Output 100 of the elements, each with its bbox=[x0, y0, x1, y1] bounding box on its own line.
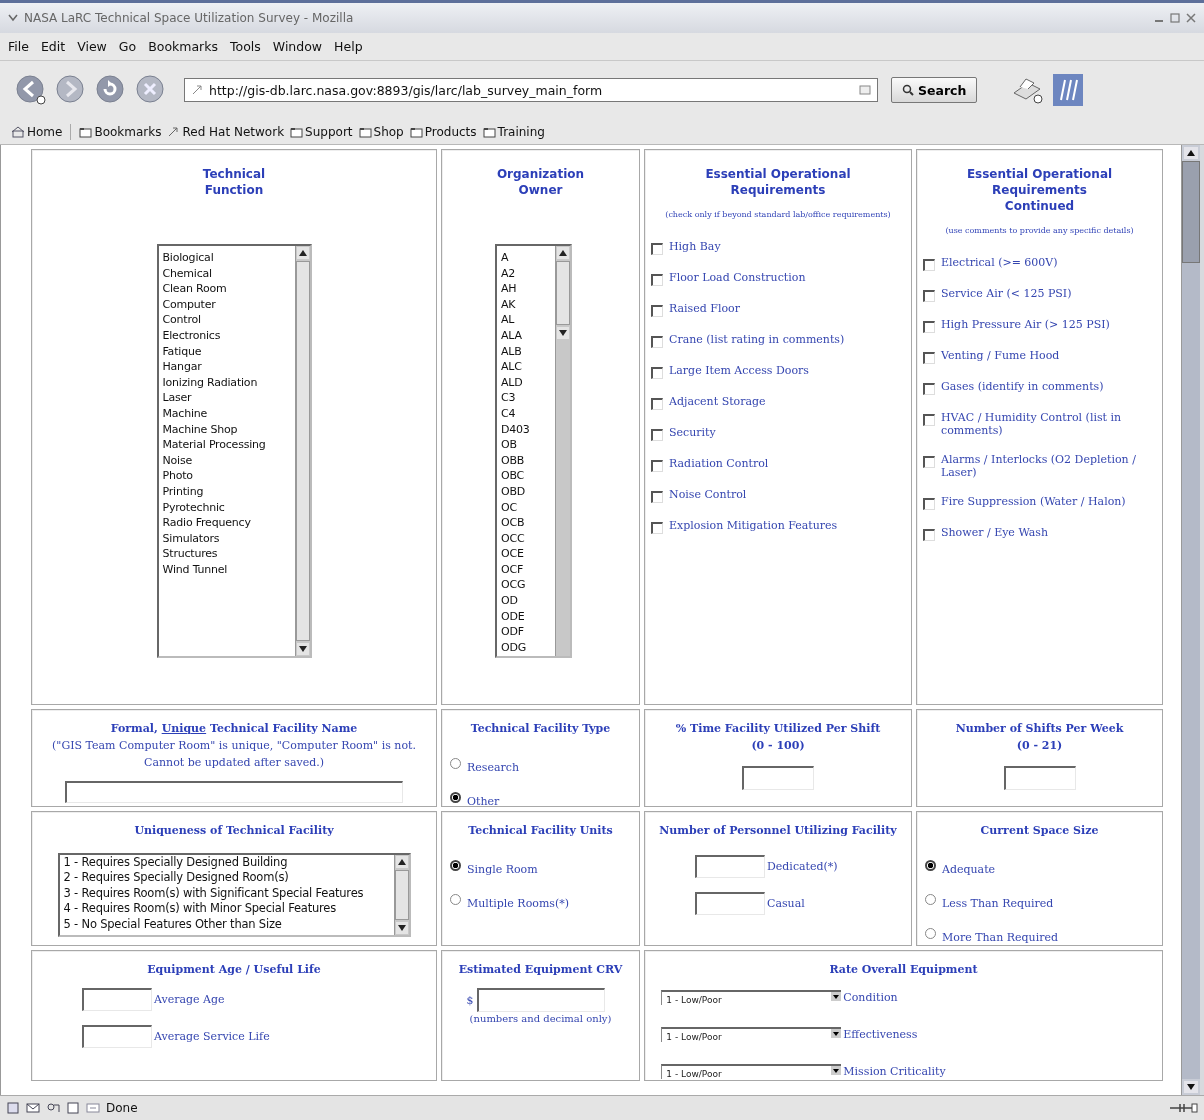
scroll-thumb[interactable] bbox=[556, 261, 570, 325]
checkbox[interactable] bbox=[651, 305, 663, 317]
checkbox[interactable] bbox=[651, 336, 663, 348]
checkbox[interactable] bbox=[923, 414, 935, 426]
checkbox[interactable] bbox=[923, 321, 935, 333]
folder-icon[interactable] bbox=[482, 125, 496, 138]
input-field[interactable] bbox=[65, 781, 403, 803]
search-icon[interactable] bbox=[902, 84, 914, 96]
logo-icon[interactable] bbox=[1053, 74, 1084, 106]
dropdown-arrow-icon[interactable] bbox=[831, 992, 842, 1001]
dropdown[interactable]: 1 - Low/Poor bbox=[661, 1064, 842, 1079]
checkbox[interactable] bbox=[651, 429, 663, 441]
list-box[interactable]: A A2 AH AK AL ALA ALB ALC ALD C3 C4 D403 OB OBB OBC OBD OC OCB OCC OCE OCF OCG OD ODE ODF ODG bbox=[495, 244, 572, 658]
radio-button[interactable] bbox=[450, 758, 461, 769]
list-option[interactable]: Chemical bbox=[162, 265, 291, 282]
scrollbar[interactable] bbox=[555, 246, 570, 656]
scroll-up-icon[interactable] bbox=[296, 247, 309, 259]
menu-item[interactable]: Edit bbox=[40, 39, 66, 54]
radio-button[interactable] bbox=[925, 928, 936, 939]
input-field[interactable] bbox=[1003, 766, 1076, 790]
radio-button[interactable] bbox=[925, 894, 936, 905]
checkbox[interactable] bbox=[923, 383, 935, 395]
list-option[interactable]: C3 bbox=[501, 390, 551, 406]
list-option[interactable]: OD bbox=[501, 593, 551, 609]
list-option[interactable]: Machine Shop bbox=[162, 421, 291, 438]
input-field[interactable] bbox=[82, 988, 152, 1011]
bookmark-item[interactable]: Support bbox=[290, 124, 353, 139]
list-option[interactable]: ALC bbox=[501, 359, 551, 375]
list-option[interactable]: Biological bbox=[162, 250, 291, 266]
scroll-thumb[interactable] bbox=[394, 870, 409, 920]
list-box[interactable] bbox=[156, 244, 312, 658]
close-icon[interactable] bbox=[1186, 13, 1196, 23]
input-field[interactable] bbox=[476, 988, 605, 1012]
menu-item[interactable]: View bbox=[77, 39, 107, 54]
radio-button[interactable] bbox=[450, 792, 461, 803]
scroll-up-icon[interactable] bbox=[557, 247, 569, 259]
chevron-down-icon[interactable] bbox=[8, 14, 18, 22]
list-option[interactable]: OC bbox=[501, 499, 551, 516]
list-option[interactable]: 4 - Requires Room(s) with Minor Special Features bbox=[61, 901, 392, 917]
input-field[interactable] bbox=[695, 855, 765, 878]
list-option[interactable]: OCG bbox=[501, 577, 551, 594]
scrollbar[interactable] bbox=[393, 855, 409, 935]
bookmark-item[interactable]: Home bbox=[12, 124, 63, 139]
input-field[interactable] bbox=[82, 1025, 152, 1048]
dropdown-arrow-icon[interactable] bbox=[831, 1066, 842, 1075]
list-option[interactable]: Pyrotechnic bbox=[162, 499, 291, 516]
chat-icon[interactable] bbox=[46, 1101, 60, 1115]
scrollbar[interactable] bbox=[1181, 145, 1200, 1095]
dropdown[interactable]: 1 - Low/Poor bbox=[661, 1027, 842, 1042]
list-option[interactable]: 1 - Requires Specially Designed Building bbox=[61, 855, 392, 871]
search-button[interactable]: Search bbox=[891, 77, 978, 103]
home-icon[interactable] bbox=[12, 125, 25, 138]
scroll-up-icon[interactable] bbox=[1184, 147, 1198, 159]
list-option[interactable]: OCE bbox=[501, 546, 551, 562]
checkbox[interactable] bbox=[651, 398, 663, 410]
checkbox[interactable] bbox=[651, 243, 663, 255]
list-option[interactable]: OCF bbox=[501, 561, 551, 578]
checkbox[interactable] bbox=[923, 529, 935, 541]
list-option[interactable]: Structures bbox=[162, 546, 291, 562]
menu-item[interactable]: Help bbox=[334, 39, 363, 54]
list-option[interactable]: ODE bbox=[501, 608, 551, 625]
bookmark-item[interactable]: Bookmarks bbox=[79, 124, 162, 139]
list-option[interactable]: AL bbox=[501, 312, 551, 328]
scroll-thumb[interactable] bbox=[1182, 161, 1200, 263]
list-option[interactable]: Simulators bbox=[162, 530, 291, 547]
list-option[interactable]: Radio Frequency bbox=[162, 515, 291, 531]
list-option[interactable]: AK bbox=[501, 296, 551, 313]
list-option[interactable]: Clean Room bbox=[162, 281, 291, 297]
list-option[interactable]: D403 bbox=[501, 421, 551, 438]
forward-icon[interactable] bbox=[56, 75, 86, 105]
link[interactable]: Unique bbox=[161, 722, 207, 735]
radio-button[interactable] bbox=[450, 894, 461, 905]
connection-icon[interactable] bbox=[1168, 1101, 1198, 1115]
scroll-down-icon[interactable] bbox=[395, 922, 408, 934]
folder-icon[interactable] bbox=[79, 125, 93, 138]
list-option[interactable]: OBC bbox=[501, 468, 551, 484]
checkbox[interactable] bbox=[651, 274, 663, 286]
link-icon[interactable] bbox=[167, 125, 181, 138]
list-option[interactable]: OB bbox=[501, 437, 551, 453]
bookmark-item[interactable]: Products bbox=[409, 124, 477, 139]
link-icon[interactable] bbox=[191, 84, 203, 96]
list-option[interactable]: OCB bbox=[501, 515, 551, 531]
list-option[interactable]: Computer bbox=[162, 296, 291, 313]
input-field[interactable] bbox=[695, 892, 765, 915]
list-option[interactable]: OBB bbox=[501, 452, 551, 469]
address-field[interactable]: http://gis-db.larc.nasa.gov:8893/gis/larc/lab_survey_main_form bbox=[184, 78, 878, 102]
scroll-down-icon[interactable] bbox=[1184, 1081, 1198, 1093]
list-option[interactable]: ALD bbox=[501, 374, 551, 391]
list-option[interactable]: ALA bbox=[501, 327, 551, 344]
list-option[interactable]: OCC bbox=[501, 530, 551, 547]
list-option[interactable]: Hangar bbox=[162, 359, 291, 375]
scroll-down-icon[interactable] bbox=[296, 643, 309, 655]
dropdown[interactable]: 1 - Low/Poor bbox=[661, 990, 842, 1005]
folder-icon[interactable] bbox=[290, 125, 304, 138]
checkbox[interactable] bbox=[923, 259, 935, 271]
list-option[interactable]: ALB bbox=[501, 343, 551, 360]
list-option[interactable]: Fatique bbox=[162, 343, 291, 360]
checkbox[interactable] bbox=[923, 352, 935, 364]
list-option[interactable]: 5 - No Special Features Other than Size bbox=[61, 916, 392, 933]
list-option[interactable]: Noise bbox=[162, 452, 291, 469]
